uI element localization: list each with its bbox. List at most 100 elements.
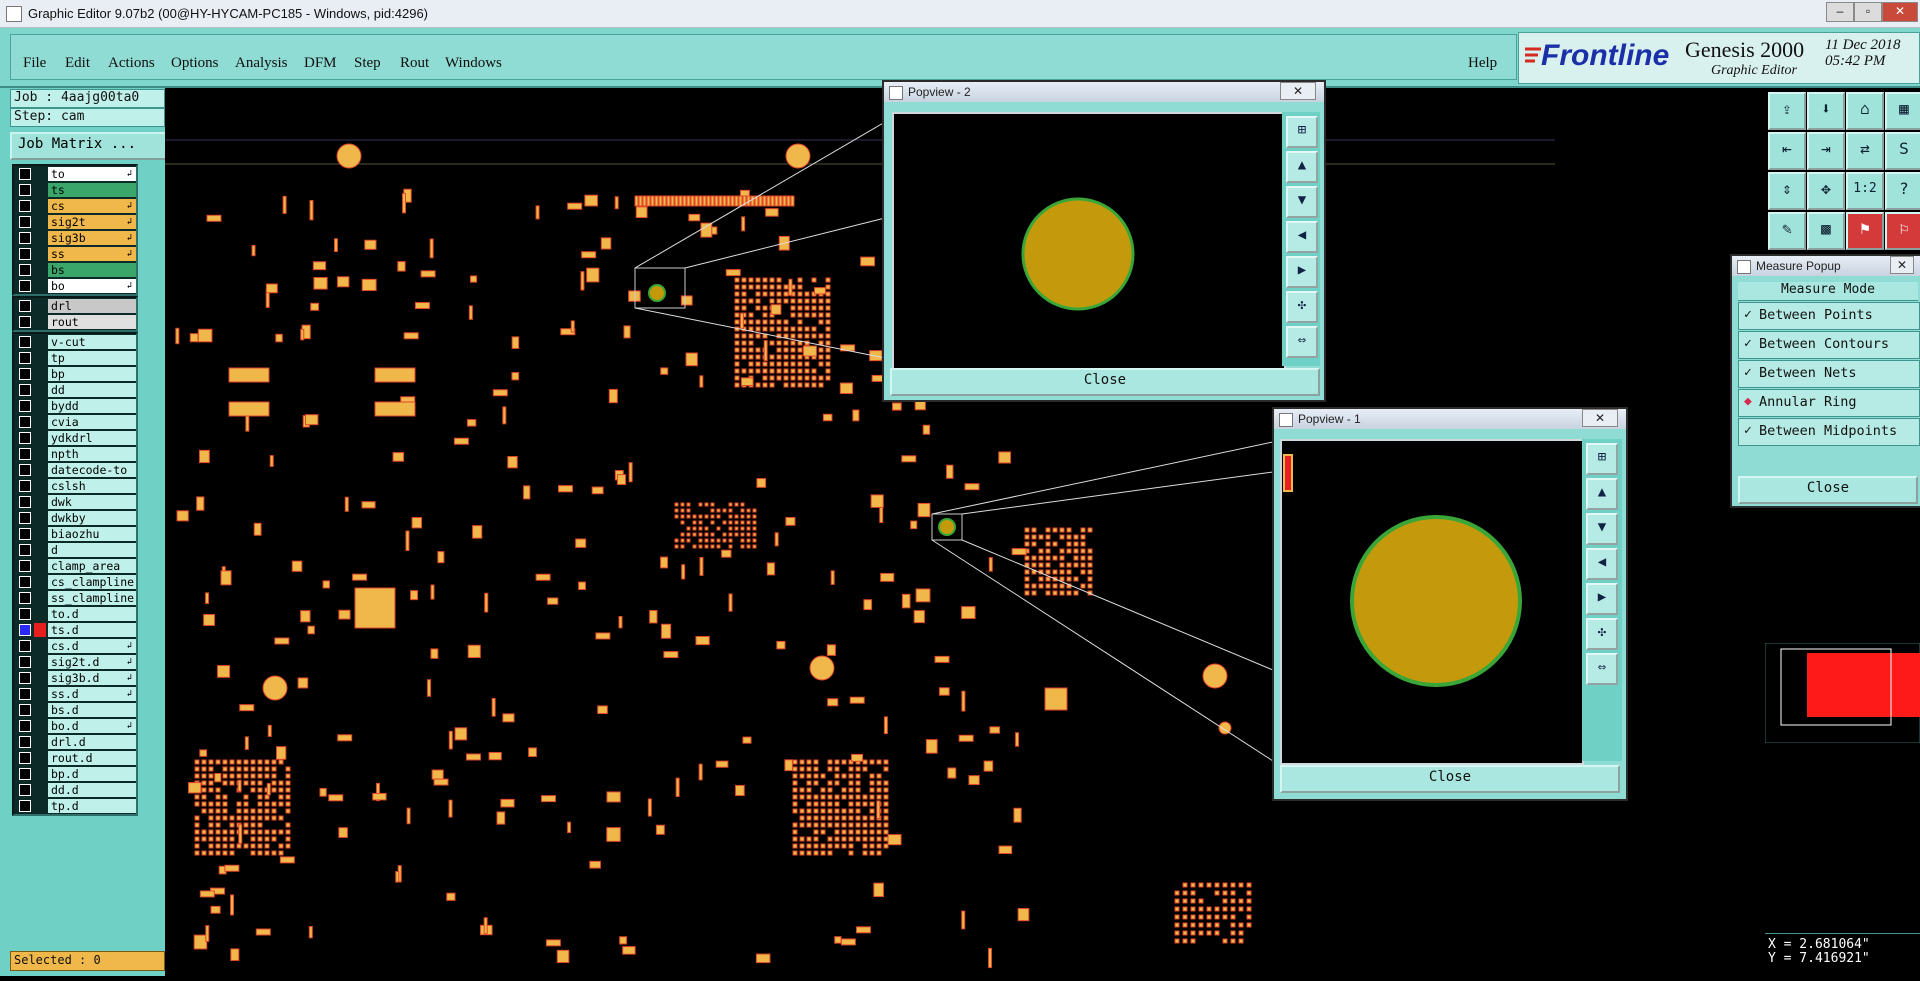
layer-row[interactable]: dd	[14, 382, 136, 398]
step-left-icon[interactable]: ⇤	[1768, 132, 1806, 170]
zoom-home-icon[interactable]: ✣	[1286, 291, 1318, 323]
layer-checkbox[interactable]	[19, 232, 31, 244]
layer-checkbox[interactable]	[19, 264, 31, 276]
measure-annular-ring[interactable]: ◆ Annular Ring	[1738, 389, 1920, 417]
overview-map[interactable]	[1765, 643, 1920, 743]
layer-checkbox[interactable]	[19, 544, 31, 556]
zoom-up-icon[interactable]: ▲	[1286, 151, 1318, 183]
menu-file[interactable]: File	[23, 55, 46, 72]
measure-between-midpoints[interactable]: ✓ Between Midpoints	[1738, 418, 1920, 446]
menu-help[interactable]: Help	[1468, 55, 1497, 72]
layer-row[interactable]: cs_clampline	[14, 574, 136, 590]
layer-checkbox[interactable]	[19, 784, 31, 796]
minimize-button[interactable]: –	[1826, 2, 1854, 22]
help-icon[interactable]: ?	[1885, 172, 1920, 210]
close-window-button[interactable]: ✕	[1882, 2, 1918, 22]
layer-checkbox[interactable]	[19, 200, 31, 212]
layer-checkbox[interactable]	[19, 720, 31, 732]
layer-row[interactable]: to ↲	[14, 166, 136, 182]
layer-row[interactable]: bp	[14, 366, 136, 382]
layer-checkbox[interactable]	[19, 672, 31, 684]
layer-row[interactable]: dwkby	[14, 510, 136, 526]
swap-icon[interactable]: ⇄	[1846, 132, 1884, 170]
layer-row[interactable]: d	[14, 542, 136, 558]
zoom-up-icon[interactable]: ▲	[1586, 478, 1618, 510]
layer-row[interactable]: ss.d ↲	[14, 686, 136, 702]
layer-row[interactable]: rout.d	[14, 750, 136, 766]
layer-checkbox[interactable]	[19, 496, 31, 508]
scale-1-2-icon[interactable]: 1:2	[1846, 172, 1884, 210]
layer-row[interactable]: sig3b.d ↲	[14, 670, 136, 686]
zoom-extent-icon[interactable]: ⇕	[1768, 172, 1806, 210]
layer-checkbox[interactable]	[19, 368, 31, 380]
net-highlight-icon[interactable]: ⚑	[1846, 212, 1884, 250]
layer-row[interactable]: bp.d	[14, 766, 136, 782]
layer-row[interactable]: bydd	[14, 398, 136, 414]
layer-row[interactable]: ts	[14, 182, 136, 198]
layer-row[interactable]: drl	[14, 298, 136, 314]
menu-rout[interactable]: Rout	[400, 55, 429, 72]
grid-view-icon[interactable]: ▩	[1807, 212, 1845, 250]
zoom-fit-icon[interactable]: ⊞	[1286, 116, 1318, 148]
layer-row[interactable]: tp	[14, 350, 136, 366]
center-icon[interactable]: ✥	[1807, 172, 1845, 210]
layer-checkbox[interactable]	[19, 480, 31, 492]
layer-checkbox[interactable]	[19, 280, 31, 292]
step-right-icon[interactable]: ⇥	[1807, 132, 1845, 170]
pan-left-icon[interactable]: ◀	[1586, 548, 1618, 580]
zoom-expand-icon[interactable]: ⇔	[1286, 326, 1318, 358]
layer-checkbox[interactable]	[19, 528, 31, 540]
layer-row[interactable]: datecode-to	[14, 462, 136, 478]
layer-row[interactable]: sig2t.d ↲	[14, 654, 136, 670]
layer-row[interactable]: tp.d	[14, 798, 136, 814]
layer-checkbox[interactable]	[19, 316, 31, 328]
measure-between-nets[interactable]: ✓ Between Nets	[1738, 360, 1920, 388]
measure-tool-icon[interactable]: ✎	[1768, 212, 1806, 250]
layer-row[interactable]: bo ↲	[14, 278, 136, 294]
pan-right-icon[interactable]: ▶	[1286, 256, 1318, 288]
layer-row[interactable]: cvia	[14, 414, 136, 430]
layer-row[interactable]: cs ↲	[14, 198, 136, 214]
layer-checkbox[interactable]	[19, 448, 31, 460]
layer-checkbox[interactable]	[19, 768, 31, 780]
layer-checkbox[interactable]	[19, 400, 31, 412]
menu-step[interactable]: Step	[354, 55, 381, 72]
measure-close-x[interactable]: ✕	[1890, 256, 1914, 274]
popview-2-view[interactable]	[892, 112, 1286, 370]
layer-row[interactable]: ydkdrl	[14, 430, 136, 446]
zoom-home-icon[interactable]: ✣	[1586, 618, 1618, 650]
layer-row[interactable]: dd.d	[14, 782, 136, 798]
measure-close-button[interactable]: Close	[1738, 476, 1918, 504]
layer-checkbox[interactable]	[19, 688, 31, 700]
layer-row[interactable]: sig2t ↲	[14, 214, 136, 230]
zoom-down-icon[interactable]: ▼	[1586, 513, 1618, 545]
menu-options[interactable]: Options	[171, 55, 219, 72]
layer-checkbox[interactable]	[19, 512, 31, 524]
layer-row[interactable]: npth	[14, 446, 136, 462]
popview-1-close-button[interactable]: Close	[1280, 765, 1620, 793]
layer-checkbox[interactable]	[19, 656, 31, 668]
zoom-fit-icon[interactable]: ⊞	[1586, 443, 1618, 475]
zoom-expand-icon[interactable]: ⇔	[1586, 653, 1618, 685]
layer-checkbox[interactable]	[19, 248, 31, 260]
maximize-button[interactable]: ▫	[1854, 2, 1882, 22]
layer-checkbox[interactable]	[19, 752, 31, 764]
job-matrix-button[interactable]: Job Matrix ...	[10, 132, 170, 160]
layer-checkbox[interactable]	[19, 560, 31, 572]
layer-checkbox[interactable]	[19, 704, 31, 716]
popview-1-view[interactable]	[1280, 439, 1584, 765]
layer-checkbox[interactable]	[19, 216, 31, 228]
layer-checkbox[interactable]	[19, 432, 31, 444]
layer-row[interactable]: ss_clampline	[14, 590, 136, 606]
layer-checkbox[interactable]	[19, 800, 31, 812]
layer-row[interactable]: v-cut	[14, 334, 136, 350]
measure-between-points[interactable]: ✓ Between Points	[1738, 302, 1920, 330]
layer-row[interactable]: clamp_area	[14, 558, 136, 574]
layer-row[interactable]: ss ↲	[14, 246, 136, 262]
layer-row[interactable]: cs.d ↲	[14, 638, 136, 654]
layer-checkbox[interactable]	[19, 168, 31, 180]
net-trace-icon[interactable]: ⚐	[1885, 212, 1920, 250]
layer-checkbox[interactable]	[19, 300, 31, 312]
pan-right-icon[interactable]: ▶	[1586, 583, 1618, 615]
menu-actions[interactable]: Actions	[108, 55, 155, 72]
